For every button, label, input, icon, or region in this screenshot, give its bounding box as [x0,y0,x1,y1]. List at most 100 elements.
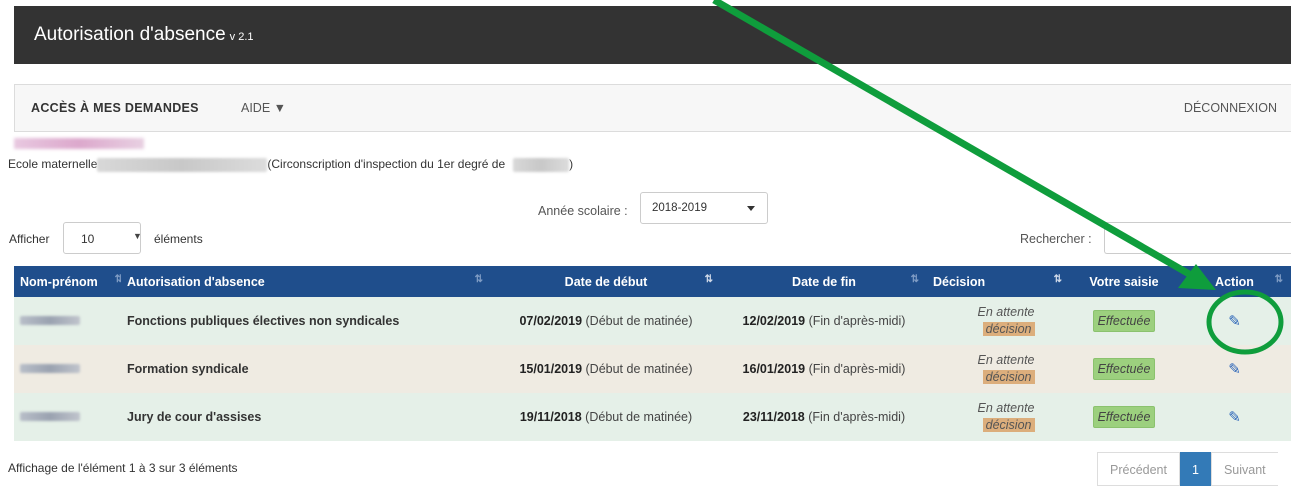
start-date: 15/01/2019 [519,362,583,376]
saisie-badge: Effectuée [1092,310,1156,332]
col-header-decision[interactable]: Décision ⇅ [927,266,1070,297]
navbar: ACCÈS À MES DEMANDES AIDE ▼ DÉCONNEXION [14,84,1291,132]
end-date-cell: 12/02/2019 (Fin d'après-midi) [721,297,927,345]
decision-badge: En attente décision [963,304,1035,338]
saisie-cell: Effectuée [1070,345,1178,393]
col-header-label: Action [1215,274,1254,289]
elements-label: éléments [154,232,203,246]
table-row: Jury de cour d'assises 19/11/2018 (Début… [14,393,1291,441]
end-date: 12/02/2019 [742,314,806,328]
absence-type: Formation syndicale [121,345,491,393]
page-length-label: Afficher [9,232,50,246]
action-cell: ✎ [1178,297,1291,345]
circonscription-label: (Circonscription d'inspection du 1er deg… [267,157,506,171]
start-date: 19/11/2018 [519,410,582,424]
decision-line1: En attente [977,353,1035,367]
decision-badge: En attente décision [963,400,1035,434]
col-header-type[interactable]: Autorisation d'absence ⇅ [121,266,491,297]
col-header-name[interactable]: Nom-prénom ⇅ [14,266,123,297]
decision-line1: En attente [977,401,1035,415]
col-header-end[interactable]: Date de fin ⇅ [721,266,927,297]
decision-cell: En attente décision [927,393,1070,441]
end-note: (Fin d'après-midi) [808,362,906,376]
circonscription-redacted [513,157,570,172]
end-date-cell: 16/01/2019 (Fin d'après-midi) [721,345,927,393]
app-title: Autorisation d'absence v 2.1 [34,24,254,46]
col-header-saisie[interactable]: Votre saisie [1070,266,1178,297]
saisie-cell: Effectuée [1070,393,1178,441]
end-date: 16/01/2019 [742,362,806,376]
nav-access-requests[interactable]: ACCÈS À MES DEMANDES [31,101,199,115]
action-cell: ✎ [1178,393,1291,441]
decision-cell: En attente décision [927,297,1070,345]
name-cell [14,345,121,393]
app-version: v 2.1 [229,31,254,43]
decision-badge: En attente décision [963,352,1035,386]
school-year-select[interactable]: 2018-2019 [640,192,768,224]
absence-type: Fonctions publiques électives non syndic… [121,297,491,345]
nav-help-dropdown[interactable]: AIDE ▼ [241,101,286,115]
prev-page-button[interactable]: Précédent [1097,452,1180,486]
app-header: Autorisation d'absence v 2.1 [14,6,1291,64]
decision-line1: En attente [977,305,1035,319]
col-header-label: Décision [933,274,986,289]
sort-desc-icon: ⇅ [704,274,713,285]
name-cell [14,393,121,441]
page-length-value: 10 [81,232,95,246]
school-year-value: 2018-2019 [652,202,707,214]
col-header-label: Date de début [564,274,648,289]
start-note: (Début de matinée) [585,410,693,424]
page-1-button[interactable]: 1 [1179,452,1211,486]
table-header-row: Nom-prénom ⇅ Autorisation d'absence ⇅ Date… [14,266,1291,297]
end-date: 23/11/2018 [742,410,805,424]
pencil-icon[interactable]: ✎ [1228,312,1241,330]
table-row: Formation syndicale 15/01/2019 (Début de… [14,345,1291,393]
action-cell: ✎ [1178,345,1291,393]
saisie-badge: Effectuée [1092,406,1156,428]
col-header-action[interactable]: Action ⇅ [1178,266,1291,297]
name-redacted [20,412,80,421]
pencil-icon[interactable]: ✎ [1228,408,1241,426]
decision-line2: décision [982,370,1035,384]
logout-link[interactable]: DÉCONNEXION [1184,101,1277,115]
saisie-badge: Effectuée [1092,358,1156,380]
start-date: 07/02/2019 [519,314,583,328]
name-redacted [20,316,80,325]
table-info: Affichage de l'élément 1 à 3 sur 3 éléme… [8,461,238,475]
app-title-text: Autorisation d'absence [34,24,226,45]
start-date-cell: 15/01/2019 (Début de matinée) [491,345,721,393]
next-page-button[interactable]: Suivant [1210,452,1278,486]
pagination: Précédent 1 Suivant [1097,452,1278,486]
decision-line2: décision [982,418,1035,432]
start-note: (Début de matinée) [585,362,693,376]
user-name-redacted [14,138,144,149]
sort-icon: ⇅ [1274,274,1283,285]
name-cell [14,297,121,345]
sort-icon: ⇅ [474,274,483,285]
sort-icon: ⇅ [910,274,919,285]
school-close-paren: ) [569,157,574,171]
search-input[interactable] [1104,222,1291,254]
school-info: Ecole maternelle (Circonscription d'inspe… [8,157,573,172]
sort-icon: ⇅ [1053,274,1062,285]
col-header-label: Nom-prénom [20,274,98,289]
requests-table: Nom-prénom ⇅ Autorisation d'absence ⇅ Date… [14,266,1291,441]
pencil-icon[interactable]: ✎ [1228,360,1241,378]
table-row: Fonctions publiques électives non syndic… [14,297,1291,345]
school-prefix: Ecole maternelle [8,157,98,171]
school-year-label: Année scolaire : [538,204,628,218]
saisie-cell: Effectuée [1070,297,1178,345]
start-note: (Début de matinée) [585,314,693,328]
col-header-label: Autorisation d'absence [127,274,265,289]
page-length-select[interactable]: 10 ▼ [63,222,142,254]
name-redacted [20,364,80,373]
end-note: (Fin d'après-midi) [808,314,906,328]
school-name-redacted [97,157,268,172]
start-date-cell: 19/11/2018 (Début de matinée) [491,393,721,441]
end-note: (Fin d'après-midi) [808,410,906,424]
caret-down-icon [747,206,755,211]
caret-down-icon: ▼ [133,231,142,241]
decision-cell: En attente décision [927,345,1070,393]
col-header-start[interactable]: Date de début ⇅ [491,266,721,297]
absence-type: Jury de cour d'assises [121,393,491,441]
